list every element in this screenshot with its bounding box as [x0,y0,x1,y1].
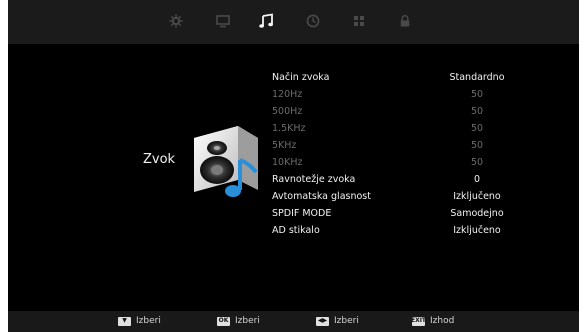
setting-label: 1.5KHz [272,123,306,134]
setting-row: 500Hz 50 [272,106,532,122]
hint-label: Izberi [235,316,260,326]
setting-value: 50 [470,89,484,100]
tv-screen: Zvok Način zvoka Standardno 120Hz 50 500… [8,0,579,332]
setting-value: 50 [470,157,484,168]
setting-row: 10KHz 50 [272,157,532,173]
panel-title: Zvok [143,152,176,167]
setting-row[interactable]: Način zvoka Standardno [272,72,532,88]
hint-down: ▼ Izberi [118,316,161,326]
setting-label: Način zvoka [272,72,330,83]
hint-left-right: ◀▶ Izberi [316,316,359,326]
setting-row[interactable]: Avtomatska glasnost Izključeno [272,191,532,207]
hint-exit: EXIT Izhod [410,316,455,326]
setting-value: 50 [470,106,484,117]
hint-ok: OK Izberi [217,316,260,326]
setting-value: 50 [470,140,484,151]
setting-row[interactable]: SPDIF MODE Samodejno [272,208,532,224]
footer-hints: ▼ Izberi OK Izberi ◀▶ Izberi EXIT Izhod [8,311,579,332]
tab-setup[interactable] [347,10,371,32]
tab-time[interactable] [301,10,325,32]
setting-value: Standardno [449,72,505,83]
picture-settings-icon [169,14,183,28]
setting-row[interactable]: Ravnotežje zvoka 0 [272,174,532,190]
setting-label: AD stikalo [272,225,320,236]
menu-tab-bar [8,0,579,44]
setting-row: 120Hz 50 [272,89,532,105]
hint-label: Izberi [136,316,161,326]
setting-value: Izključeno [453,191,501,202]
tab-picture[interactable] [164,10,188,32]
tab-screen[interactable] [211,10,235,32]
setting-value: 50 [470,123,484,134]
clock-icon [306,14,320,28]
ok-key-icon: OK [217,316,230,326]
setting-row[interactable]: AD stikalo Izključeno [272,225,532,241]
setting-value: 0 [473,174,481,185]
monitor-icon [216,15,230,28]
setting-label: Avtomatska glasnost [272,191,371,202]
setting-value: Samodejno [450,208,504,219]
left-right-key-icon: ◀▶ [316,316,329,326]
hint-label: Izberi [334,316,359,326]
hint-label: Izhod [430,316,455,326]
setting-label: 500Hz [272,106,303,117]
setting-value: Izključeno [453,225,501,236]
setting-row: 5KHz 50 [272,140,532,156]
setting-label: 5KHz [272,140,297,151]
tab-lock[interactable] [393,10,417,32]
setting-label: 10KHz [272,157,303,168]
setting-label: Ravnotežje zvoka [272,174,356,185]
setting-label: 120Hz [272,89,303,100]
setting-row: 1.5KHz 50 [272,123,532,139]
exit-key-icon: EXIT [410,316,427,326]
music-note-icon [259,13,273,28]
down-arrow-key-icon: ▼ [118,316,131,326]
grid-icon [354,16,364,26]
tab-sound[interactable] [254,10,278,32]
speaker-icon [186,124,266,206]
lock-icon [400,15,410,27]
setting-label: SPDIF MODE [272,208,332,219]
